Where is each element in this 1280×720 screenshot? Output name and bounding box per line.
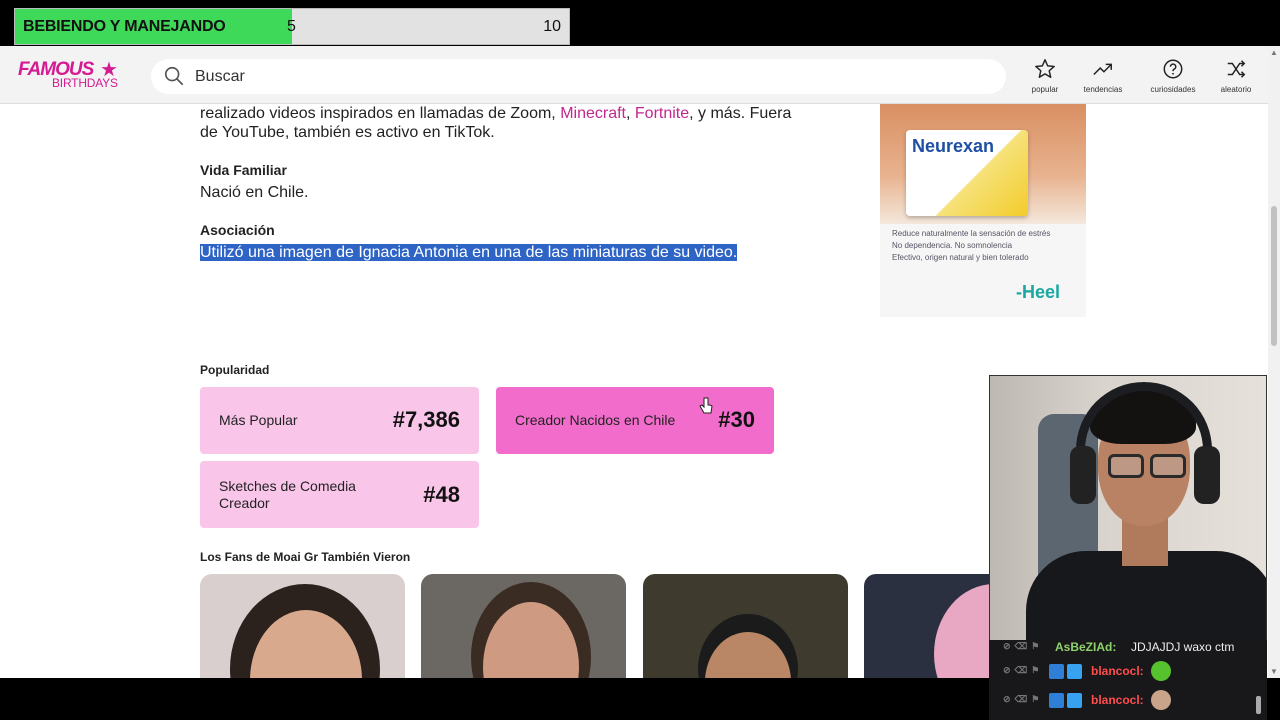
star-icon bbox=[1035, 59, 1055, 78]
ad-bullet: Reduce naturalmente la sensación de estr… bbox=[892, 229, 1051, 238]
glasses-right-lens bbox=[1150, 454, 1186, 478]
frog-emote-icon bbox=[1151, 661, 1171, 681]
bio-text-line2: de YouTube, también es activo en TikTok. bbox=[200, 124, 495, 141]
chat-username[interactable]: blancocl: bbox=[1091, 693, 1144, 707]
page-scrollbar[interactable]: ▲ ▼ bbox=[1268, 46, 1280, 678]
popularity-card-chile-creator[interactable]: Creador Nacidos en Chile #30 bbox=[496, 387, 774, 454]
bio-text: realizado videos inspirados en llamadas … bbox=[200, 105, 561, 122]
chat-message: ⊘⌫⚑ blancocl: bbox=[993, 660, 1263, 684]
goal-label: BEBIENDO Y MANEJANDO bbox=[23, 18, 226, 35]
ad-bullets: Reduce naturalmente la sensación de estr… bbox=[892, 228, 1050, 264]
popularity-card-label: Más Popular bbox=[219, 412, 298, 428]
fans-also-viewed-title: Los Fans de Moai Gr También Vieron bbox=[200, 550, 411, 564]
nav-trivia-label: curiosidades bbox=[1150, 85, 1196, 94]
nav-popular-label: popular bbox=[1031, 85, 1059, 94]
nav-random-label: aleatorio bbox=[1220, 85, 1252, 94]
headphone-left-cup bbox=[1070, 446, 1096, 504]
moderator-badge-icon bbox=[1049, 664, 1064, 679]
popularity-card-comedy-sketches[interactable]: Sketches de Comedia Creador #48 bbox=[200, 461, 479, 528]
nav-trivia[interactable]: curiosidades bbox=[1143, 58, 1203, 94]
chat-message: ⊘⌫⚑ AsBeZIAd: JDJAJDJ waxo ctm bbox=[993, 636, 1263, 660]
goal-current-value: 5 bbox=[287, 18, 296, 35]
fan-card[interactable] bbox=[200, 574, 405, 678]
fortnite-link[interactable]: Fortnite bbox=[635, 105, 689, 122]
nav-random[interactable]: aleatorio bbox=[1206, 58, 1266, 94]
scroll-up-icon[interactable]: ▲ bbox=[1270, 48, 1278, 57]
subscriber-badge-icon bbox=[1067, 664, 1082, 679]
site-header: FAMOUS ★ BIRTHDAYS popular tendencias bbox=[0, 46, 1280, 104]
search-input[interactable] bbox=[195, 59, 975, 94]
subscriber-badge-icon bbox=[1067, 693, 1082, 708]
stream-chat: ⊘⌫⚑ AsBeZIAd: JDJAJDJ waxo ctm ⊘⌫⚑ blanc… bbox=[989, 640, 1267, 720]
popularity-card-rank: #48 bbox=[423, 482, 460, 507]
popularity-card-label-line1: Sketches de Comedia bbox=[219, 478, 356, 494]
ad-heel-logo: -Heel bbox=[1016, 282, 1061, 302]
nav-trending[interactable]: tendencias bbox=[1073, 58, 1133, 94]
bio-separator: , bbox=[626, 105, 635, 122]
family-title: Vida Familiar bbox=[200, 162, 287, 178]
association-text-wrapper: Utilizó una imagen de Ignacia Antonia en… bbox=[200, 243, 738, 262]
famous-birthdays-logo[interactable]: FAMOUS ★ BIRTHDAYS bbox=[18, 59, 128, 93]
ad-product-box: Neurexan bbox=[906, 130, 1028, 216]
chat-message-text: JDJAJDJ waxo ctm bbox=[1131, 640, 1235, 654]
face-emote-icon bbox=[1151, 690, 1171, 710]
chat-mod-tools-icon[interactable]: ⊘⌫⚑ bbox=[1003, 641, 1043, 652]
stream-overlay-bar: BEBIENDO Y MANEJANDO 5 10 bbox=[0, 0, 1280, 46]
ad-brand: Neurexan bbox=[912, 136, 995, 156]
advertisement[interactable]: Neurexan Reduce naturalmente la sensació… bbox=[880, 104, 1086, 317]
ad-bullet: No dependencia. No somnolencia bbox=[892, 241, 1013, 250]
search-icon bbox=[164, 66, 184, 86]
chat-username[interactable]: AsBeZIAd: bbox=[1055, 640, 1116, 654]
shuffle-icon bbox=[1227, 60, 1246, 78]
minecraft-link[interactable]: Minecraft bbox=[560, 105, 626, 122]
hand-cursor-icon bbox=[699, 397, 713, 414]
popularity-card-label: Sketches de Comedia Creador bbox=[219, 478, 356, 512]
bio-paragraph: realizado videos inspirados en llamadas … bbox=[200, 104, 791, 142]
popularity-card-label: Creador Nacidos en Chile bbox=[515, 412, 676, 428]
popularity-title: Popularidad bbox=[200, 363, 270, 377]
popularity-card-label-line2: Creador bbox=[219, 495, 270, 511]
headphone-right-cup bbox=[1194, 446, 1220, 504]
search-box[interactable] bbox=[151, 59, 1006, 94]
screen: BEBIENDO Y MANEJANDO 5 10 FAMOUS ★ BIRTH… bbox=[0, 0, 1280, 720]
glasses-left-lens bbox=[1108, 454, 1144, 478]
nav-popular[interactable]: popular bbox=[1015, 58, 1075, 94]
scroll-down-icon[interactable]: ▼ bbox=[1270, 667, 1278, 676]
moderator-badge-icon bbox=[1049, 693, 1064, 708]
family-text: Nació en Chile. bbox=[200, 184, 309, 201]
goal-target-value: 10 bbox=[543, 18, 561, 35]
chat-mod-tools-icon[interactable]: ⊘⌫⚑ bbox=[1003, 665, 1043, 676]
fan-card[interactable] bbox=[421, 574, 626, 678]
ad-bullet: Efectivo, origen natural y bien tolerado bbox=[892, 253, 1029, 262]
chat-scrollbar[interactable] bbox=[1256, 696, 1261, 714]
association-title: Asociación bbox=[200, 222, 275, 238]
chat-username[interactable]: blancocl: bbox=[1091, 664, 1144, 678]
chat-message: ⊘⌫⚑ blancocl: bbox=[993, 689, 1263, 713]
popularity-card-rank: #30 bbox=[718, 407, 755, 432]
webcam-feed bbox=[989, 375, 1267, 645]
fan-card[interactable] bbox=[643, 574, 848, 678]
stream-bottom-bar bbox=[0, 678, 989, 720]
association-text: Utilizó una imagen de Ignacia Antonia en… bbox=[200, 244, 738, 261]
question-icon bbox=[1163, 59, 1183, 79]
scroll-thumb[interactable] bbox=[1271, 206, 1277, 346]
popularity-card-most-popular[interactable]: Más Popular #7,386 bbox=[200, 387, 479, 454]
chat-mod-tools-icon[interactable]: ⊘⌫⚑ bbox=[1003, 694, 1043, 705]
goal-bar: BEBIENDO Y MANEJANDO 5 10 bbox=[14, 8, 570, 45]
bio-text-continued: , y más. Fuera bbox=[689, 105, 792, 122]
logo-birthdays-text: BIRTHDAYS bbox=[52, 76, 118, 90]
popularity-card-rank: #7,386 bbox=[392, 407, 460, 432]
nav-trending-label: tendencias bbox=[1083, 85, 1123, 94]
trending-icon bbox=[1093, 63, 1112, 76]
